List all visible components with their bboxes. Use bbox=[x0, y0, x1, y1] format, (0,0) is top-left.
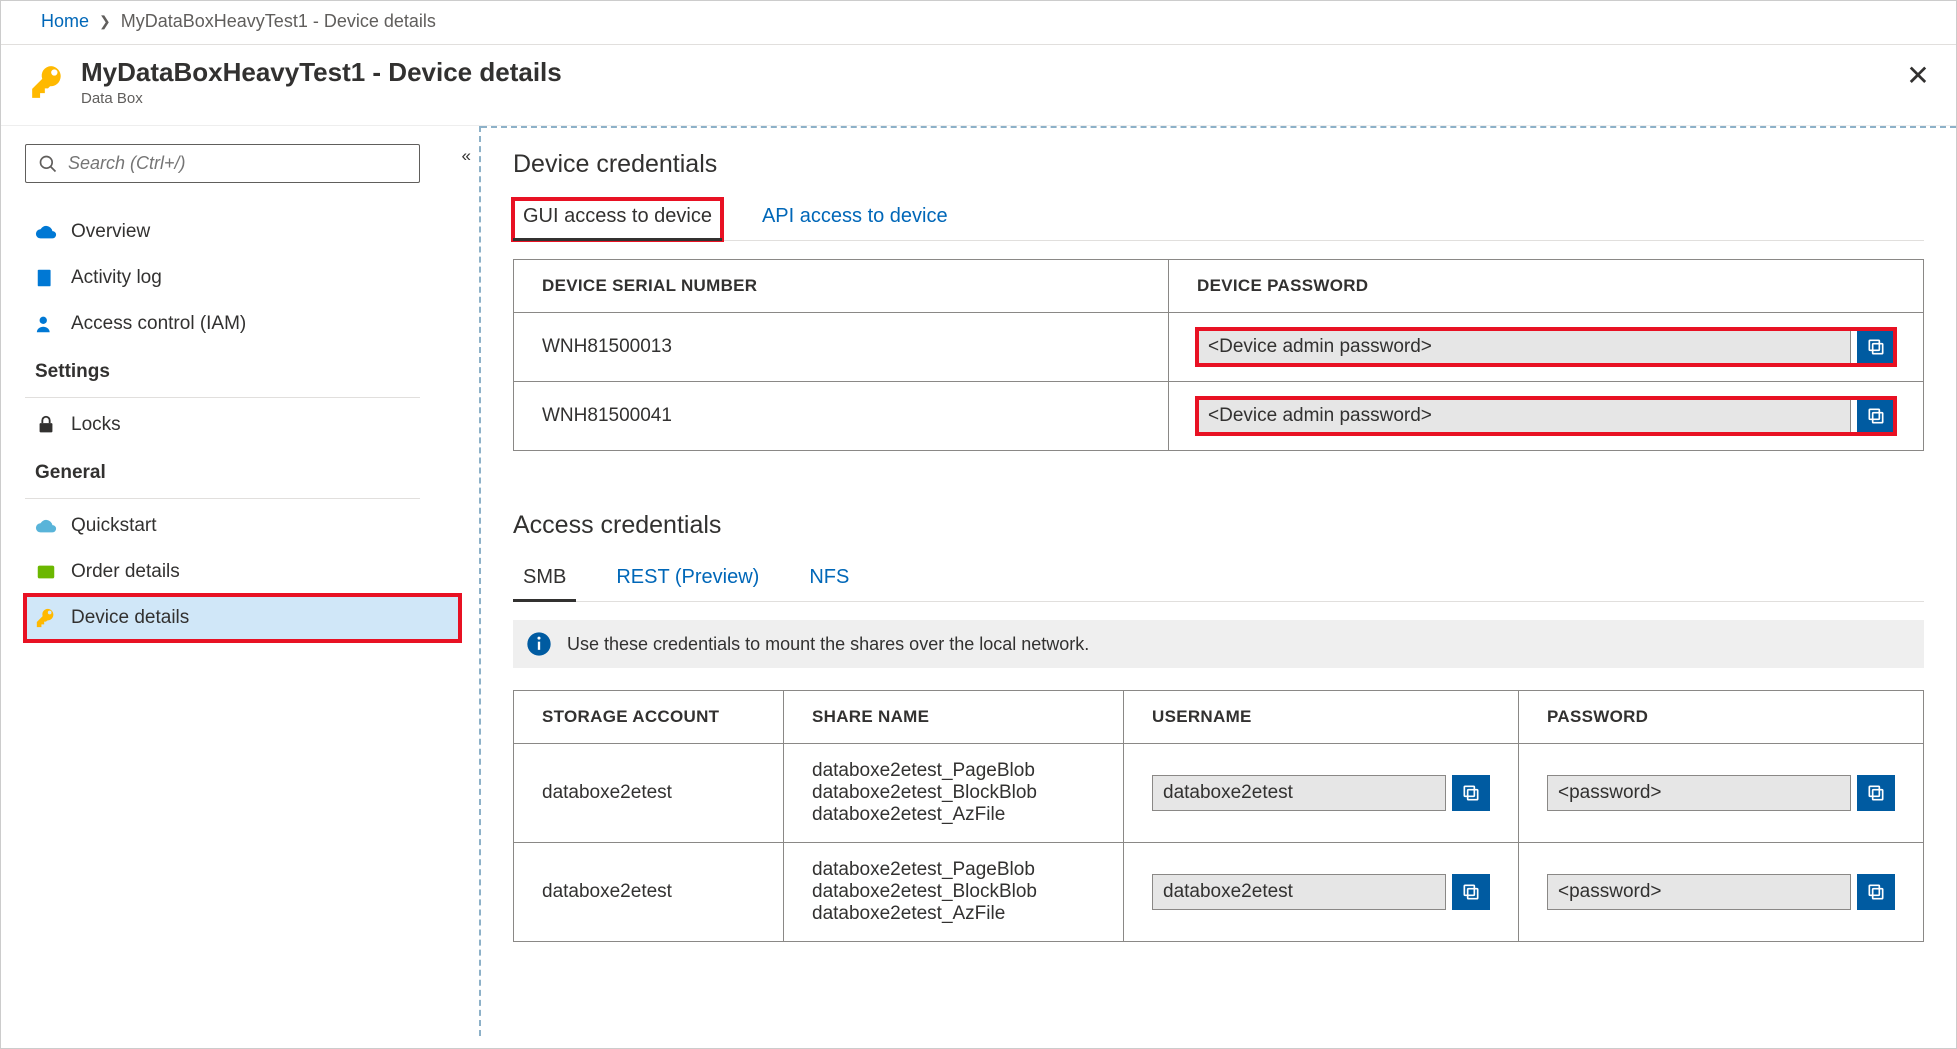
tab-rest[interactable]: REST (Preview) bbox=[606, 560, 769, 601]
main-content: Device credentials GUI access to device … bbox=[481, 126, 1956, 1036]
table-row: databoxe2etest databoxe2etest_PageBlob d… bbox=[514, 744, 1924, 843]
storage-account: databoxe2etest bbox=[514, 843, 784, 942]
section-title-device-credentials: Device credentials bbox=[513, 150, 1924, 179]
sidebar-item-label: Access control (IAM) bbox=[71, 313, 246, 335]
table-row: databoxe2etest databoxe2etest_PageBlob d… bbox=[514, 843, 1924, 942]
sidebar-item-label: Quickstart bbox=[71, 515, 157, 537]
password-input[interactable] bbox=[1547, 874, 1851, 910]
sidebar-item-activity-log[interactable]: Activity log bbox=[25, 255, 455, 301]
page-subtitle: Data Box bbox=[81, 90, 562, 107]
password-input[interactable] bbox=[1547, 775, 1851, 811]
access-credentials-tabs: SMB REST (Preview) NFS bbox=[513, 560, 1924, 602]
copy-button[interactable] bbox=[1857, 775, 1895, 811]
key-icon bbox=[29, 63, 67, 101]
collapse-sidebar-icon[interactable]: « bbox=[462, 146, 471, 166]
info-text: Use these credentials to mount the share… bbox=[567, 634, 1089, 655]
copy-button[interactable] bbox=[1452, 874, 1490, 910]
device-access-tabs: GUI access to device API access to devic… bbox=[513, 199, 1924, 241]
log-icon bbox=[35, 267, 57, 289]
table-row: WNH81500041 bbox=[514, 382, 1924, 451]
col-storage-account: STORAGE ACCOUNT bbox=[514, 691, 784, 744]
device-password-field bbox=[1197, 398, 1895, 434]
storage-account: databoxe2etest bbox=[514, 744, 784, 843]
device-password-input[interactable] bbox=[1197, 329, 1851, 365]
search-input[interactable] bbox=[68, 153, 407, 174]
sidebar-item-label: Order details bbox=[71, 561, 180, 583]
username-field bbox=[1152, 874, 1490, 910]
sidebar-item-label: Locks bbox=[71, 414, 121, 436]
page-title: MyDataBoxHeavyTest1 - Device details bbox=[81, 57, 562, 88]
sidebar-item-iam[interactable]: Access control (IAM) bbox=[25, 301, 455, 347]
copy-button[interactable] bbox=[1857, 329, 1895, 365]
access-credentials-table: STORAGE ACCOUNT SHARE NAME USERNAME PASS… bbox=[513, 690, 1924, 942]
sidebar-group-settings: Settings bbox=[25, 347, 455, 393]
people-icon bbox=[35, 313, 57, 335]
col-password: PASSWORD bbox=[1519, 691, 1924, 744]
key-icon bbox=[35, 607, 57, 629]
cloud-icon bbox=[35, 221, 57, 243]
password-field bbox=[1547, 775, 1895, 811]
device-serial: WNH81500013 bbox=[514, 313, 1169, 382]
sidebar-item-label: Activity log bbox=[71, 267, 162, 289]
copy-button[interactable] bbox=[1857, 874, 1895, 910]
search-box[interactable] bbox=[25, 144, 420, 183]
lock-icon bbox=[35, 414, 57, 436]
password-field bbox=[1547, 874, 1895, 910]
info-bar: Use these credentials to mount the share… bbox=[513, 620, 1924, 668]
tab-api-access[interactable]: API access to device bbox=[752, 199, 958, 240]
sidebar-item-device-details[interactable]: Device details bbox=[25, 595, 460, 641]
username-input[interactable] bbox=[1152, 775, 1446, 811]
device-serial: WNH81500041 bbox=[514, 382, 1169, 451]
divider bbox=[25, 498, 420, 499]
sidebar-item-label: Overview bbox=[71, 221, 150, 243]
breadcrumb: Home ❯ MyDataBoxHeavyTest1 - Device deta… bbox=[1, 1, 1956, 45]
share-names: databoxe2etest_PageBlob databoxe2etest_B… bbox=[784, 843, 1124, 942]
chevron-right-icon: ❯ bbox=[99, 13, 111, 30]
sidebar-item-overview[interactable]: Overview bbox=[25, 209, 455, 255]
sidebar-item-quickstart[interactable]: Quickstart bbox=[25, 503, 455, 549]
sidebar-item-order-details[interactable]: Order details bbox=[25, 549, 455, 595]
sidebar: « Overview Activity log bbox=[1, 126, 481, 1036]
sidebar-item-locks[interactable]: Locks bbox=[25, 402, 455, 448]
breadcrumb-current: MyDataBoxHeavyTest1 - Device details bbox=[121, 11, 436, 32]
info-icon bbox=[525, 630, 553, 658]
breadcrumb-home[interactable]: Home bbox=[41, 11, 89, 32]
blade-header: MyDataBoxHeavyTest1 - Device details Dat… bbox=[1, 45, 1956, 125]
quickstart-icon bbox=[35, 515, 57, 537]
username-input[interactable] bbox=[1152, 874, 1446, 910]
tab-nfs[interactable]: NFS bbox=[799, 560, 859, 601]
col-serial: DEVICE SERIAL NUMBER bbox=[514, 260, 1169, 313]
tab-smb[interactable]: SMB bbox=[513, 560, 576, 601]
copy-button[interactable] bbox=[1452, 775, 1490, 811]
col-share-name: SHARE NAME bbox=[784, 691, 1124, 744]
close-button[interactable]: ✕ bbox=[1900, 57, 1936, 93]
section-title-access-credentials: Access credentials bbox=[513, 511, 1924, 540]
sidebar-item-label: Device details bbox=[71, 607, 189, 629]
table-row: WNH81500013 bbox=[514, 313, 1924, 382]
divider bbox=[25, 397, 420, 398]
username-field bbox=[1152, 775, 1490, 811]
device-credentials-table: DEVICE SERIAL NUMBER DEVICE PASSWORD WNH… bbox=[513, 259, 1924, 451]
col-password: DEVICE PASSWORD bbox=[1169, 260, 1924, 313]
tab-gui-access[interactable]: GUI access to device bbox=[513, 199, 722, 240]
device-password-input[interactable] bbox=[1197, 398, 1851, 434]
copy-button[interactable] bbox=[1857, 398, 1895, 434]
sidebar-group-general: General bbox=[25, 448, 455, 494]
device-password-field bbox=[1197, 329, 1895, 365]
search-icon bbox=[38, 154, 58, 174]
order-icon bbox=[35, 561, 57, 583]
col-username: USERNAME bbox=[1124, 691, 1519, 744]
share-names: databoxe2etest_PageBlob databoxe2etest_B… bbox=[784, 744, 1124, 843]
